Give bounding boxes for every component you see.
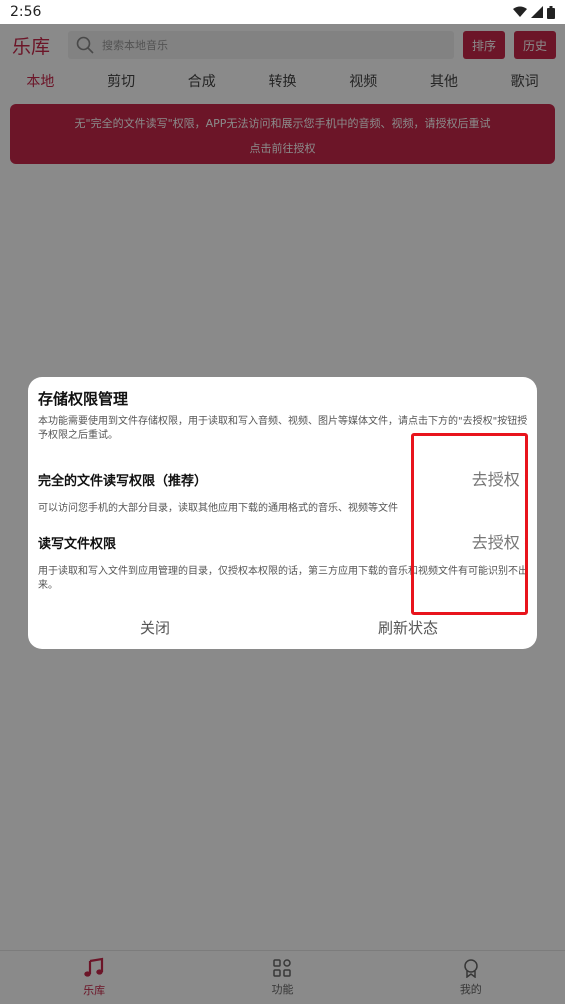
read-write-permission-title: 读写文件权限 bbox=[38, 537, 117, 552]
refresh-status-button[interactable]: 刷新状态 bbox=[378, 617, 438, 638]
highlight-box bbox=[411, 433, 528, 615]
signal-icon bbox=[531, 6, 543, 18]
battery-icon bbox=[547, 5, 555, 19]
status-bar: 2:56 bbox=[0, 0, 565, 24]
dialog-title: 存储权限管理 bbox=[38, 390, 129, 408]
full-access-permission-title: 完全的文件读写权限（推荐） bbox=[38, 474, 208, 489]
status-time: 2:56 bbox=[10, 4, 42, 20]
close-button[interactable]: 关闭 bbox=[140, 617, 170, 638]
status-icons bbox=[513, 5, 555, 19]
wifi-icon bbox=[513, 6, 527, 17]
